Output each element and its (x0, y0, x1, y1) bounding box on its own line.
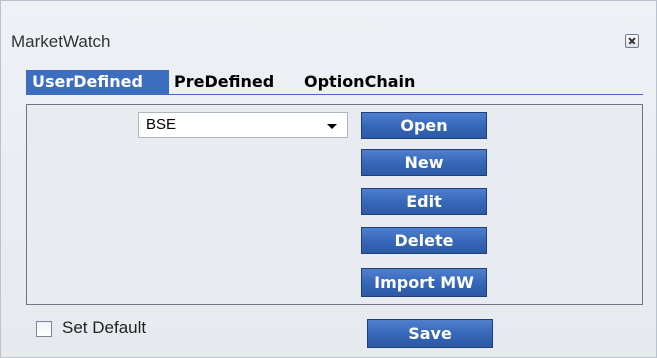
marketwatch-window: MarketWatch UserDefined PreDefined Optio… (0, 0, 657, 358)
tab-optionchain[interactable]: OptionChain (304, 70, 415, 94)
window-title: MarketWatch (11, 32, 111, 51)
set-default-label: Set Default (62, 318, 147, 337)
import-mw-button[interactable]: Import MW (361, 268, 487, 297)
chevron-down-icon[interactable] (327, 124, 337, 129)
edit-button[interactable]: Edit (361, 188, 487, 215)
tab-strip-divider (26, 94, 643, 95)
tab-predefined[interactable]: PreDefined (174, 70, 274, 94)
save-button[interactable]: Save (367, 319, 493, 348)
marketwatch-select[interactable]: BSE (138, 112, 348, 138)
open-button[interactable]: Open (361, 112, 487, 139)
close-icon[interactable] (625, 34, 639, 48)
new-button[interactable]: New (361, 149, 487, 176)
marketwatch-select-value: BSE (146, 116, 177, 133)
tab-userdefined[interactable]: UserDefined (26, 70, 169, 94)
set-default-checkbox[interactable] (36, 321, 52, 337)
delete-button[interactable]: Delete (361, 227, 487, 254)
